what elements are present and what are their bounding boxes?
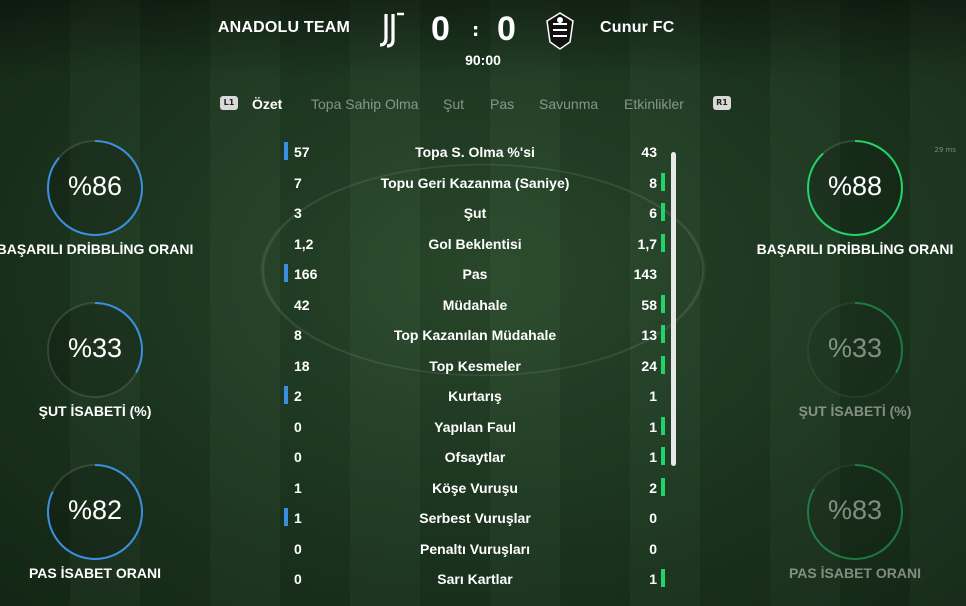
stat-home-value: 2 [294, 388, 302, 404]
tab-ozet[interactable]: Özet [252, 96, 282, 112]
stat-away-value: 0 [649, 510, 657, 526]
stat-home-value: 7 [294, 174, 302, 191]
home-lead-marker [284, 386, 288, 404]
stat-away-value: 1 [649, 449, 657, 465]
stat-label: Sarı Kartlar [437, 571, 513, 587]
stats-scrollbar[interactable] [671, 152, 676, 466]
away-lead-marker [661, 233, 665, 252]
tab-etkinlikler[interactable]: Etkinlikler [624, 96, 684, 112]
home-ring-value: %86 [67, 171, 123, 201]
stat-label: Top Kesmeler [429, 357, 521, 374]
stats-tab-bar: L1 Özet Topa Sahip Olma Şut Pas Savunma … [0, 96, 966, 116]
stat-home-value: 1,2 [294, 235, 314, 252]
stat-home-value: 0 [294, 571, 302, 587]
away-lead-marker [661, 172, 665, 191]
stat-label: Gol Beklentisi [428, 235, 522, 252]
stat-away-value: 8 [649, 174, 657, 191]
scoreboard: ANADOLU TEAM 0 : 0 Cunur FC 90:00 [0, 0, 966, 78]
stat-label: Ofsaytlar [444, 449, 506, 465]
tab-sut[interactable]: Şut [443, 96, 464, 112]
home-lead-marker [284, 508, 288, 526]
stat-home-value: 166 [294, 266, 318, 282]
stat-home-value: 0 [294, 449, 302, 465]
l1-bumper-icon[interactable]: L1 [220, 96, 238, 110]
stat-away-value: 1,7 [637, 235, 657, 252]
away-ring-value: %83 [827, 495, 883, 525]
home-ring-caption: BAŞARILI DRİBBLİNG ORANI [0, 241, 194, 257]
stat-label: Topa S. Olma %'si [415, 144, 535, 160]
stat-home-value: 3 [294, 205, 302, 221]
away-ring-caption: ŞUT İSABETİ (%) [798, 403, 912, 419]
stat-label: Köşe Vuruşu [432, 479, 518, 496]
away-lead-marker [661, 203, 665, 221]
stat-away-value: 43 [641, 144, 657, 160]
away-ring-value: %88 [827, 171, 883, 201]
stat-home-value: 0 [294, 418, 302, 435]
stat-home-value: 1 [294, 479, 302, 496]
away-score: 0 [497, 10, 516, 48]
away-ring-caption: BAŞARILI DRİBBLİNG ORANI [756, 241, 954, 257]
stat-label: Pas [462, 266, 488, 282]
stat-home-value: 0 [294, 540, 302, 557]
stat-label: Topu Geri Kazanma (Saniye) [380, 174, 570, 191]
home-lead-marker [284, 264, 288, 282]
stat-label: Serbest Vuruşlar [419, 510, 531, 526]
tab-savunma[interactable]: Savunma [539, 96, 598, 112]
stat-label: Müdahale [442, 296, 508, 313]
home-ring-caption: PAS İSABET ORANI [29, 565, 161, 581]
stat-away-value: 2 [649, 479, 657, 496]
stat-away-value: 13 [641, 327, 657, 343]
stat-home-value: 42 [294, 296, 310, 313]
stat-home-value: 8 [294, 327, 302, 343]
stat-away-value: 24 [641, 357, 657, 374]
stat-label: Yapılan Faul [434, 418, 516, 435]
frame-time-overlay: 29 ms [934, 146, 956, 154]
stat-row: 166 Pas 143 [0, 264, 966, 288]
home-ring-value: %33 [67, 333, 123, 363]
away-lead-marker [661, 416, 665, 435]
tab-pas[interactable]: Pas [490, 96, 514, 112]
stat-away-value: 1 [649, 571, 657, 587]
stat-away-value: 143 [633, 266, 657, 282]
away-lead-marker [661, 294, 665, 313]
stat-away-value: 0 [649, 540, 657, 557]
away-ring-value: %33 [827, 333, 883, 363]
away-lead-marker [661, 325, 665, 343]
stat-label: Kurtarış [448, 388, 502, 404]
stat-away-value: 58 [641, 296, 657, 313]
r1-bumper-icon[interactable]: R1 [713, 96, 731, 110]
away-lead-marker [661, 447, 665, 465]
match-clock: 90:00 [465, 52, 501, 68]
home-ring-value: %82 [67, 495, 123, 525]
stat-label: Top Kazanılan Müdahale [393, 327, 557, 343]
home-lead-marker [284, 142, 288, 160]
away-lead-marker [661, 355, 665, 374]
away-team-name: Cunur FC [600, 19, 675, 36]
stat-away-value: 1 [649, 418, 657, 435]
away-lead-marker [661, 569, 665, 587]
home-ring-caption: ŞUT İSABETİ (%) [38, 403, 152, 419]
stat-home-value: 57 [294, 144, 310, 160]
stat-label: Şut [463, 205, 487, 221]
away-team-crest-icon [546, 12, 574, 50]
home-score: 0 [431, 10, 450, 48]
away-lead-marker [661, 477, 665, 496]
stat-label: Penaltı Vuruşları [420, 540, 530, 557]
tab-topa-sahip-olma[interactable]: Topa Sahip Olma [311, 96, 418, 112]
stat-home-value: 1 [294, 510, 302, 526]
stat-row: 0 Yapılan Faul 1 [0, 416, 966, 441]
home-team-name: ANADOLU TEAM [217, 19, 350, 36]
home-team-crest-icon [380, 12, 404, 48]
score-separator: : [472, 20, 480, 41]
stat-home-value: 18 [294, 357, 310, 374]
stat-away-value: 6 [649, 205, 657, 221]
away-ring-caption: PAS İSABET ORANI [789, 565, 921, 581]
stat-away-value: 1 [649, 388, 657, 404]
